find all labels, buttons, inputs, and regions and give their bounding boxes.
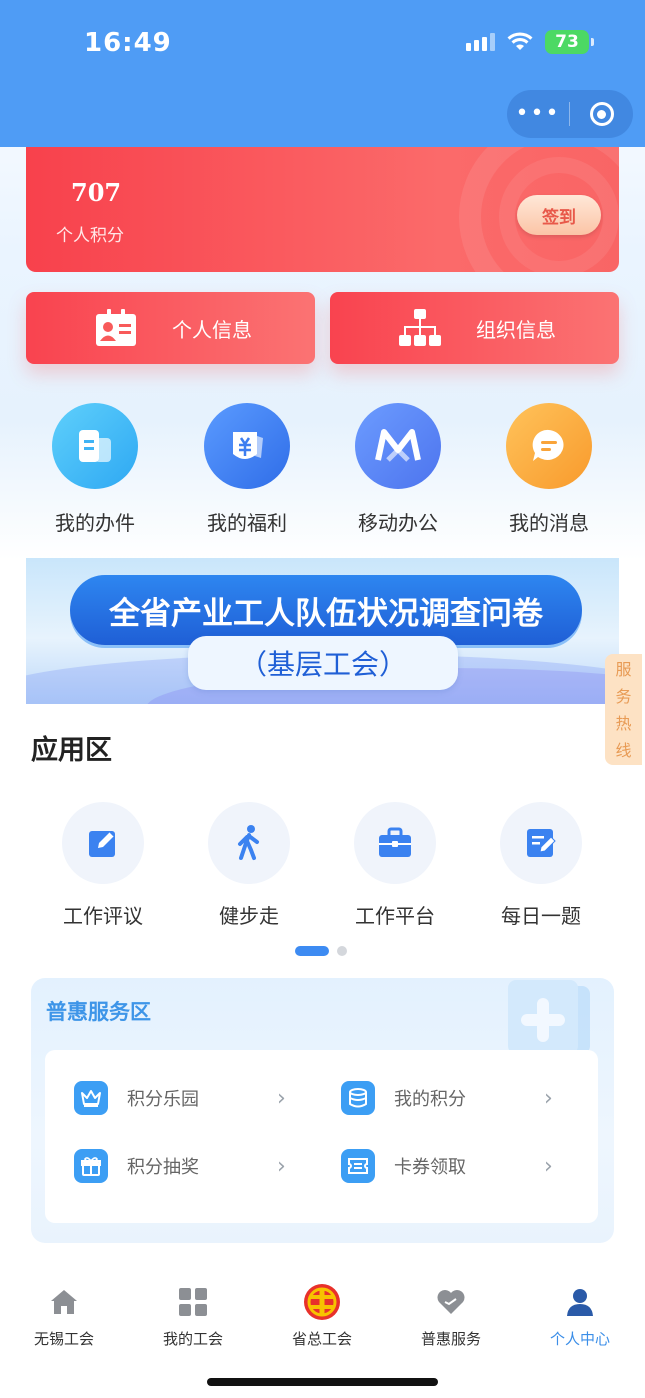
quick-action-my-welfare[interactable]: 我的福利 [182,403,312,536]
battery-indicator: 73 [545,30,594,54]
quick-action-label: 我的办件 [55,511,135,535]
personal-info-label: 个人信息 [172,318,252,342]
tab-personal-center[interactable]: 个人中心 [525,1284,635,1349]
app-area-title: 应用区 [31,735,112,766]
service-my-points[interactable]: 我的积分 › [341,1081,553,1115]
service-area-title: 普惠服务区 [46,1000,151,1024]
edit-icon [62,802,144,884]
app-label: 工作平台 [355,904,435,928]
walk-icon [208,802,290,884]
organization-info-label: 组织信息 [476,318,556,342]
chevron-right-icon: › [277,1085,286,1111]
tab-label: 无锡工会 [33,1330,94,1348]
pager-dot[interactable] [337,946,347,956]
union-emblem-icon [267,1284,377,1320]
service-label: 积分抽奖 [127,1157,199,1178]
app-pager [295,946,347,956]
plus-card-decoration-icon [508,980,590,1054]
quick-action-my-cases[interactable]: 我的办件 [30,403,160,536]
coins-icon [341,1081,375,1115]
tab-inclusive-service[interactable]: 普惠服务 [396,1284,506,1349]
service-area: 普惠服务区 积分乐园 › 我的积分 › 积分抽奖 › 卡券领取 › [31,978,614,1243]
yen-gift-icon [204,403,290,489]
org-chart-icon [399,309,441,346]
app-label: 每日一题 [501,904,581,928]
quick-actions: 我的办件 我的福利 移动办公 我的消息 [0,403,645,536]
app-label: 工作评议 [63,904,143,928]
hotline-char: 线 [615,740,632,760]
tab-label: 个人中心 [549,1330,610,1348]
app-walk[interactable]: 健步走 [179,802,319,929]
quick-action-label: 移动办公 [358,511,438,535]
status-time: 16:49 [84,28,172,58]
hotline-char: 务 [615,686,632,706]
service-label: 积分乐园 [127,1089,199,1110]
signin-button[interactable]: 签到 [517,195,601,235]
document-icon [52,403,138,489]
briefcase-icon [354,802,436,884]
status-icons: 73 [466,30,594,54]
app-label: 健步走 [219,904,279,928]
grid-icon [138,1284,248,1320]
tab-provincial-union[interactable]: 省总工会 [267,1284,377,1349]
id-card-icon [96,309,136,346]
app-work-platform[interactable]: 工作平台 [325,802,465,929]
hotline-char: 服 [615,659,632,679]
quick-action-mobile-office[interactable]: 移动办公 [333,403,463,536]
banner-title: 全省产业工人队伍状况调查问卷 [70,575,582,645]
header-bar: 16:49 73 ••• [0,0,645,147]
gift-icon [74,1149,108,1183]
message-icon [506,403,592,489]
banner-subtitle: （基层工会） [188,636,458,690]
cellular-signal-icon [466,33,495,51]
chevron-right-icon: › [544,1085,553,1111]
m-logo-icon [355,403,441,489]
home-indicator [207,1378,438,1386]
battery-level: 73 [555,32,579,52]
service-coupon-claim[interactable]: 卡券领取 › [341,1149,553,1183]
chevron-right-icon: › [544,1153,553,1179]
person-icon [525,1284,635,1320]
points-label: 个人积分 [56,226,124,246]
miniprogram-capsule: ••• [507,90,633,138]
quiz-icon [500,802,582,884]
tab-label: 普惠服务 [420,1330,481,1348]
crown-icon [74,1081,108,1115]
tab-my-union[interactable]: 我的工会 [138,1284,248,1349]
hotline-char: 热 [615,713,632,733]
close-miniprogram-icon[interactable] [570,102,633,126]
service-list: 积分乐园 › 我的积分 › 积分抽奖 › 卡券领取 › [45,1050,598,1223]
service-points-lottery[interactable]: 积分抽奖 › [74,1149,286,1183]
more-menu-icon[interactable]: ••• [507,90,569,138]
organization-info-button[interactable]: 组织信息 [330,292,619,364]
heart-icon [396,1284,506,1320]
chevron-right-icon: › [277,1153,286,1179]
service-hotline-tab[interactable]: 服 务 热 线 [605,654,642,765]
wifi-icon [507,32,533,50]
quick-action-label: 我的消息 [509,511,589,535]
service-label: 我的积分 [394,1089,466,1110]
service-label: 卡券领取 [394,1157,466,1178]
app-daily-question[interactable]: 每日一题 [471,802,611,929]
service-points-park[interactable]: 积分乐园 › [74,1081,286,1115]
survey-banner[interactable]: 全省产业工人队伍状况调查问卷 （基层工会） [26,558,619,704]
points-value: 707 [71,178,122,207]
tab-wuxi-union[interactable]: 无锡工会 [9,1284,119,1349]
quick-action-my-messages[interactable]: 我的消息 [484,403,614,536]
tab-label: 我的工会 [162,1330,223,1348]
quick-action-label: 我的福利 [207,511,287,535]
points-card: 707 个人积分 签到 [26,147,619,272]
app-work-review[interactable]: 工作评议 [33,802,173,929]
home-icon [9,1284,119,1320]
tab-label: 省总工会 [291,1330,352,1348]
pager-dot-active[interactable] [295,946,329,956]
personal-info-button[interactable]: 个人信息 [26,292,315,364]
ticket-icon [341,1149,375,1183]
